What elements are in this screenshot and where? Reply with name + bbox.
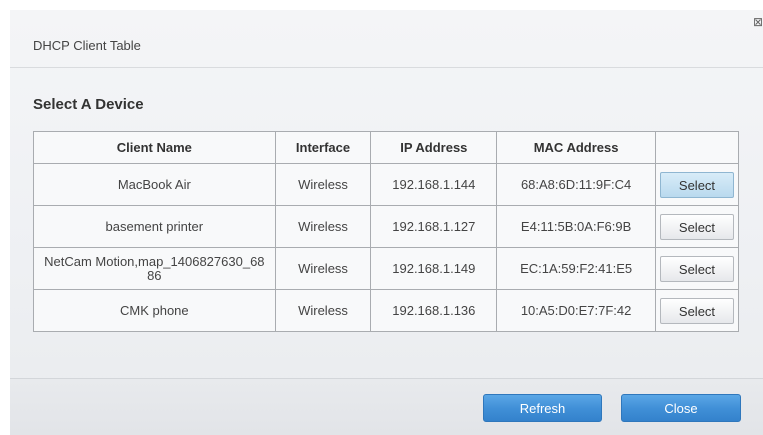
- select-button[interactable]: Select: [659, 171, 734, 198]
- action-cell: Select: [654, 163, 740, 206]
- action-cell: Select: [654, 247, 740, 290]
- client-table: Client Name Interface IP Address MAC Add…: [33, 131, 740, 332]
- interface-cell: Wireless: [274, 163, 372, 206]
- ip-address-cell: 192.168.1.127: [370, 205, 498, 248]
- ip-address-cell: 192.168.1.149: [370, 247, 498, 290]
- select-button[interactable]: Select: [659, 213, 734, 240]
- client-name-cell: NetCam Motion,map_1406827630_68 86: [33, 247, 276, 290]
- mac-address-cell: EC:1A:59:F2:41:E5: [496, 247, 656, 290]
- dialog-title: DHCP Client Table: [33, 38, 141, 53]
- interface-cell: Wireless: [274, 205, 372, 248]
- dhcp-client-dialog: ⊠ DHCP Client Table Select A Device Clie…: [10, 10, 763, 435]
- refresh-button[interactable]: Refresh: [483, 394, 602, 422]
- mac-address-cell: E4:11:5B:0A:F6:9B: [496, 205, 656, 248]
- mac-address-cell: 10:A5:D0:E7:7F:42: [496, 289, 656, 332]
- client-name-cell: basement printer: [33, 205, 276, 248]
- section-title: Select A Device: [33, 96, 144, 113]
- header-ip-address: IP Address: [370, 131, 498, 164]
- table-header-row: Client Name Interface IP Address MAC Add…: [33, 131, 740, 164]
- select-button[interactable]: Select: [659, 255, 734, 282]
- header-action: [654, 131, 740, 164]
- ip-address-cell: 192.168.1.136: [370, 289, 498, 332]
- interface-cell: Wireless: [274, 289, 372, 332]
- title-divider: [10, 67, 763, 68]
- action-cell: Select: [654, 205, 740, 248]
- mac-address-cell: 68:A8:6D:11:9F:C4: [496, 163, 656, 206]
- client-name-cell: MacBook Air: [33, 163, 276, 206]
- select-button[interactable]: Select: [659, 297, 734, 324]
- table-row: NetCam Motion,map_1406827630_68 86 Wirel…: [33, 247, 740, 290]
- table-row: basement printer Wireless 192.168.1.127 …: [33, 205, 740, 248]
- header-interface: Interface: [274, 131, 372, 164]
- close-icon[interactable]: ⊠: [753, 16, 763, 28]
- client-name-cell: CMK phone: [33, 289, 276, 332]
- ip-address-cell: 192.168.1.144: [370, 163, 498, 206]
- header-client-name: Client Name: [33, 131, 276, 164]
- header-mac-address: MAC Address: [496, 131, 656, 164]
- interface-cell: Wireless: [274, 247, 372, 290]
- close-button[interactable]: Close: [621, 394, 741, 422]
- table-row: CMK phone Wireless 192.168.1.136 10:A5:D…: [33, 289, 740, 332]
- table-row: MacBook Air Wireless 192.168.1.144 68:A8…: [33, 163, 740, 206]
- action-cell: Select: [654, 289, 740, 332]
